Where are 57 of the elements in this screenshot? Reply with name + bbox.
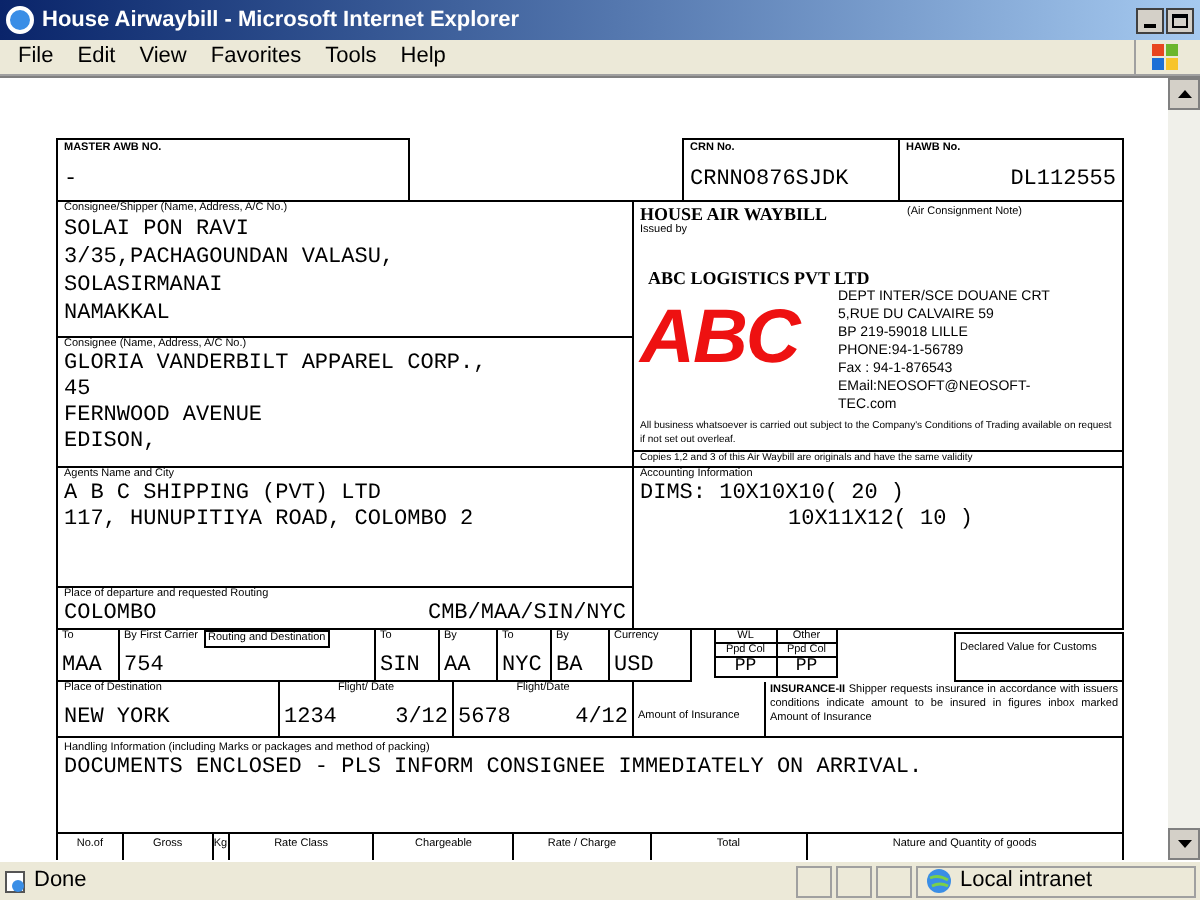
- zone-label: Local intranet: [960, 866, 1093, 897]
- field-value: PP: [734, 658, 757, 676]
- field-value: NYC: [502, 654, 544, 680]
- field-value: NAMAKKAL: [64, 300, 172, 328]
- menu-item[interactable]: Favorites: [198, 40, 314, 74]
- status-panel: [836, 865, 872, 897]
- menu-item[interactable]: Help: [388, 40, 458, 74]
- scroll-down-button[interactable]: [1168, 828, 1200, 860]
- field-value: SIN: [380, 654, 422, 680]
- field-value: 117, HUNUPITIYA ROAD, COLOMBO 2: [64, 508, 476, 534]
- window-title: House Airwaybill - Microsoft Internet Explorer: [42, 5, 520, 36]
- field-value: SOLAI PON RAVI: [64, 216, 251, 244]
- up-arrow-icon: [1177, 90, 1191, 98]
- status-text: Done: [34, 866, 87, 897]
- field-value: PP: [795, 658, 818, 676]
- field-value: -: [64, 168, 80, 194]
- field-value: A B C SHIPPING (PVT) LTD: [64, 482, 383, 508]
- field-value: AA: [444, 654, 473, 680]
- field-value: EDISON,: [64, 430, 159, 456]
- field-value: GLORIA VANDERBILT APPAREL CORP.,: [64, 352, 489, 378]
- field-value: COLOMBO: [64, 602, 157, 628]
- status-panel: [796, 865, 832, 897]
- field-value: MAA: [62, 654, 104, 680]
- field-value: 3/35,PACHAGOUNDAN VALASU,: [64, 244, 397, 272]
- scroll-bar[interactable]: [1168, 78, 1200, 860]
- browser-icon: [6, 6, 34, 34]
- field-value: BA: [556, 654, 585, 680]
- menu-item[interactable]: View: [127, 40, 199, 74]
- menu-item[interactable]: Tools: [313, 40, 389, 74]
- field-value: CMB/MAA/SIN/NYC: [427, 602, 626, 628]
- field-value: CRNNO876SJDK: [690, 168, 851, 194]
- form-title: HOUSE AIR WAYBILL: [640, 204, 828, 224]
- field-value: 754: [124, 654, 166, 680]
- menu-item[interactable]: Edit: [65, 40, 128, 74]
- menu-item[interactable]: File: [6, 40, 66, 74]
- field-value: NEW YORK: [64, 706, 172, 732]
- field-value: 1234: [284, 706, 337, 732]
- down-arrow-icon: [1177, 840, 1191, 848]
- scroll-up-button[interactable]: [1168, 78, 1200, 110]
- field-value: 4/12: [575, 706, 628, 732]
- field-value: 5678: [458, 706, 511, 732]
- field-value: DL112555: [1010, 168, 1116, 194]
- field-value: 3/12: [395, 706, 448, 732]
- field-value: FERNWOOD AVENUE: [64, 404, 265, 430]
- field-value: DIMS: 10X10X10( 20 ): [640, 482, 907, 508]
- status-panel: [876, 865, 912, 897]
- company-name: ABC LOGISTICS PVT LTD: [648, 268, 872, 288]
- field-value: SOLASIRMANAI: [64, 272, 225, 300]
- field-value: DOCUMENTS ENCLOSED - PLS INFORM CONSIGNEE IMMEDIATELY ON ARRIVAL.: [64, 756, 925, 782]
- globe-icon: [926, 868, 952, 894]
- minimize-button[interactable]: [1136, 7, 1164, 33]
- company-logo: ABC: [640, 300, 803, 376]
- field-value: 10X11X12( 10 ): [788, 508, 975, 534]
- windows-logo-icon: [1151, 43, 1179, 71]
- field-value: USD: [614, 654, 656, 680]
- field-value: 45: [64, 378, 93, 404]
- maximize-button[interactable]: [1166, 7, 1194, 33]
